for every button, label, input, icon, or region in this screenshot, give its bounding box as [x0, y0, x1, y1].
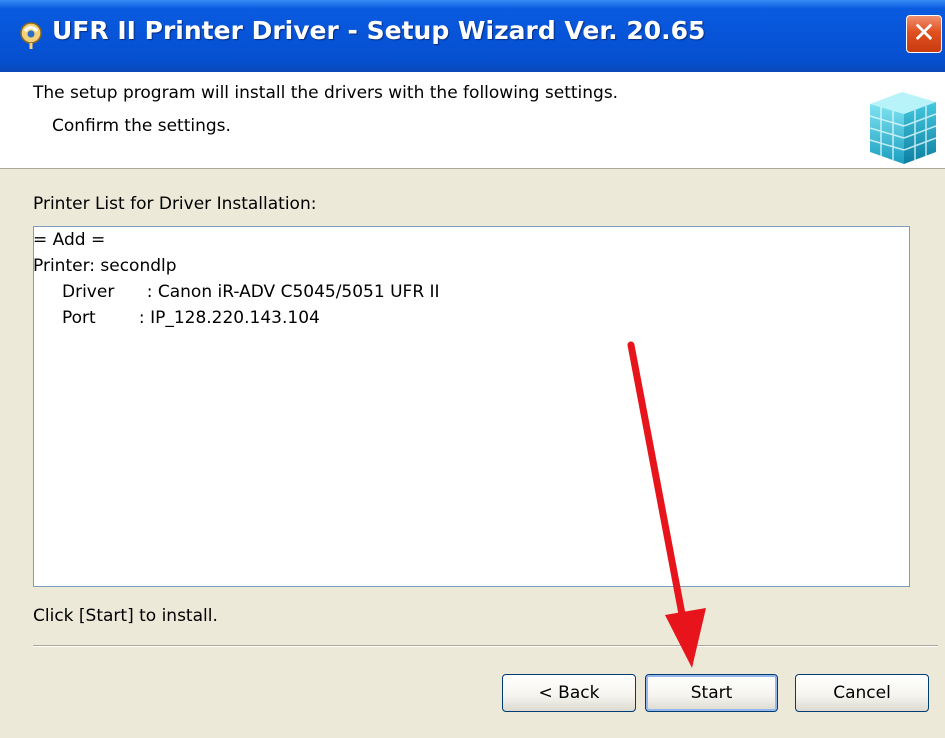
printer-list-box[interactable]: = Add = Printer: secondlp Driver : Canon…: [33, 226, 910, 587]
setup-wizard-window: UFR II Printer Driver - Setup Wizard Ver…: [0, 0, 945, 738]
cancel-button[interactable]: Cancel: [795, 674, 929, 712]
printer-list-label: Printer List for Driver Installation:: [33, 194, 317, 214]
list-line-add: = Add =: [33, 230, 106, 250]
list-line-port: Port : IP_128.220.143.104: [62, 308, 320, 328]
printer-driver-app-icon: [20, 22, 42, 49]
button-separator: [33, 645, 938, 647]
window-title: UFR II Printer Driver - Setup Wizard Ver…: [52, 16, 706, 45]
close-icon: ✕: [912, 16, 936, 49]
wizard-header: The setup program will install the drive…: [0, 72, 945, 169]
setup-cube-icon: [869, 92, 937, 164]
title-bar[interactable]: UFR II Printer Driver - Setup Wizard Ver…: [0, 0, 945, 72]
close-button[interactable]: ✕: [906, 15, 942, 53]
list-line-driver: Driver : Canon iR-ADV C5045/5051 UFR II: [62, 282, 440, 302]
install-instruction: Click [Start] to install.: [33, 606, 218, 626]
header-description: The setup program will install the drive…: [33, 83, 619, 103]
list-line-printer: Printer: secondlp: [33, 256, 177, 276]
header-confirm-text: Confirm the settings.: [52, 116, 231, 136]
start-button[interactable]: Start: [645, 674, 778, 712]
back-button[interactable]: < Back: [502, 674, 636, 712]
